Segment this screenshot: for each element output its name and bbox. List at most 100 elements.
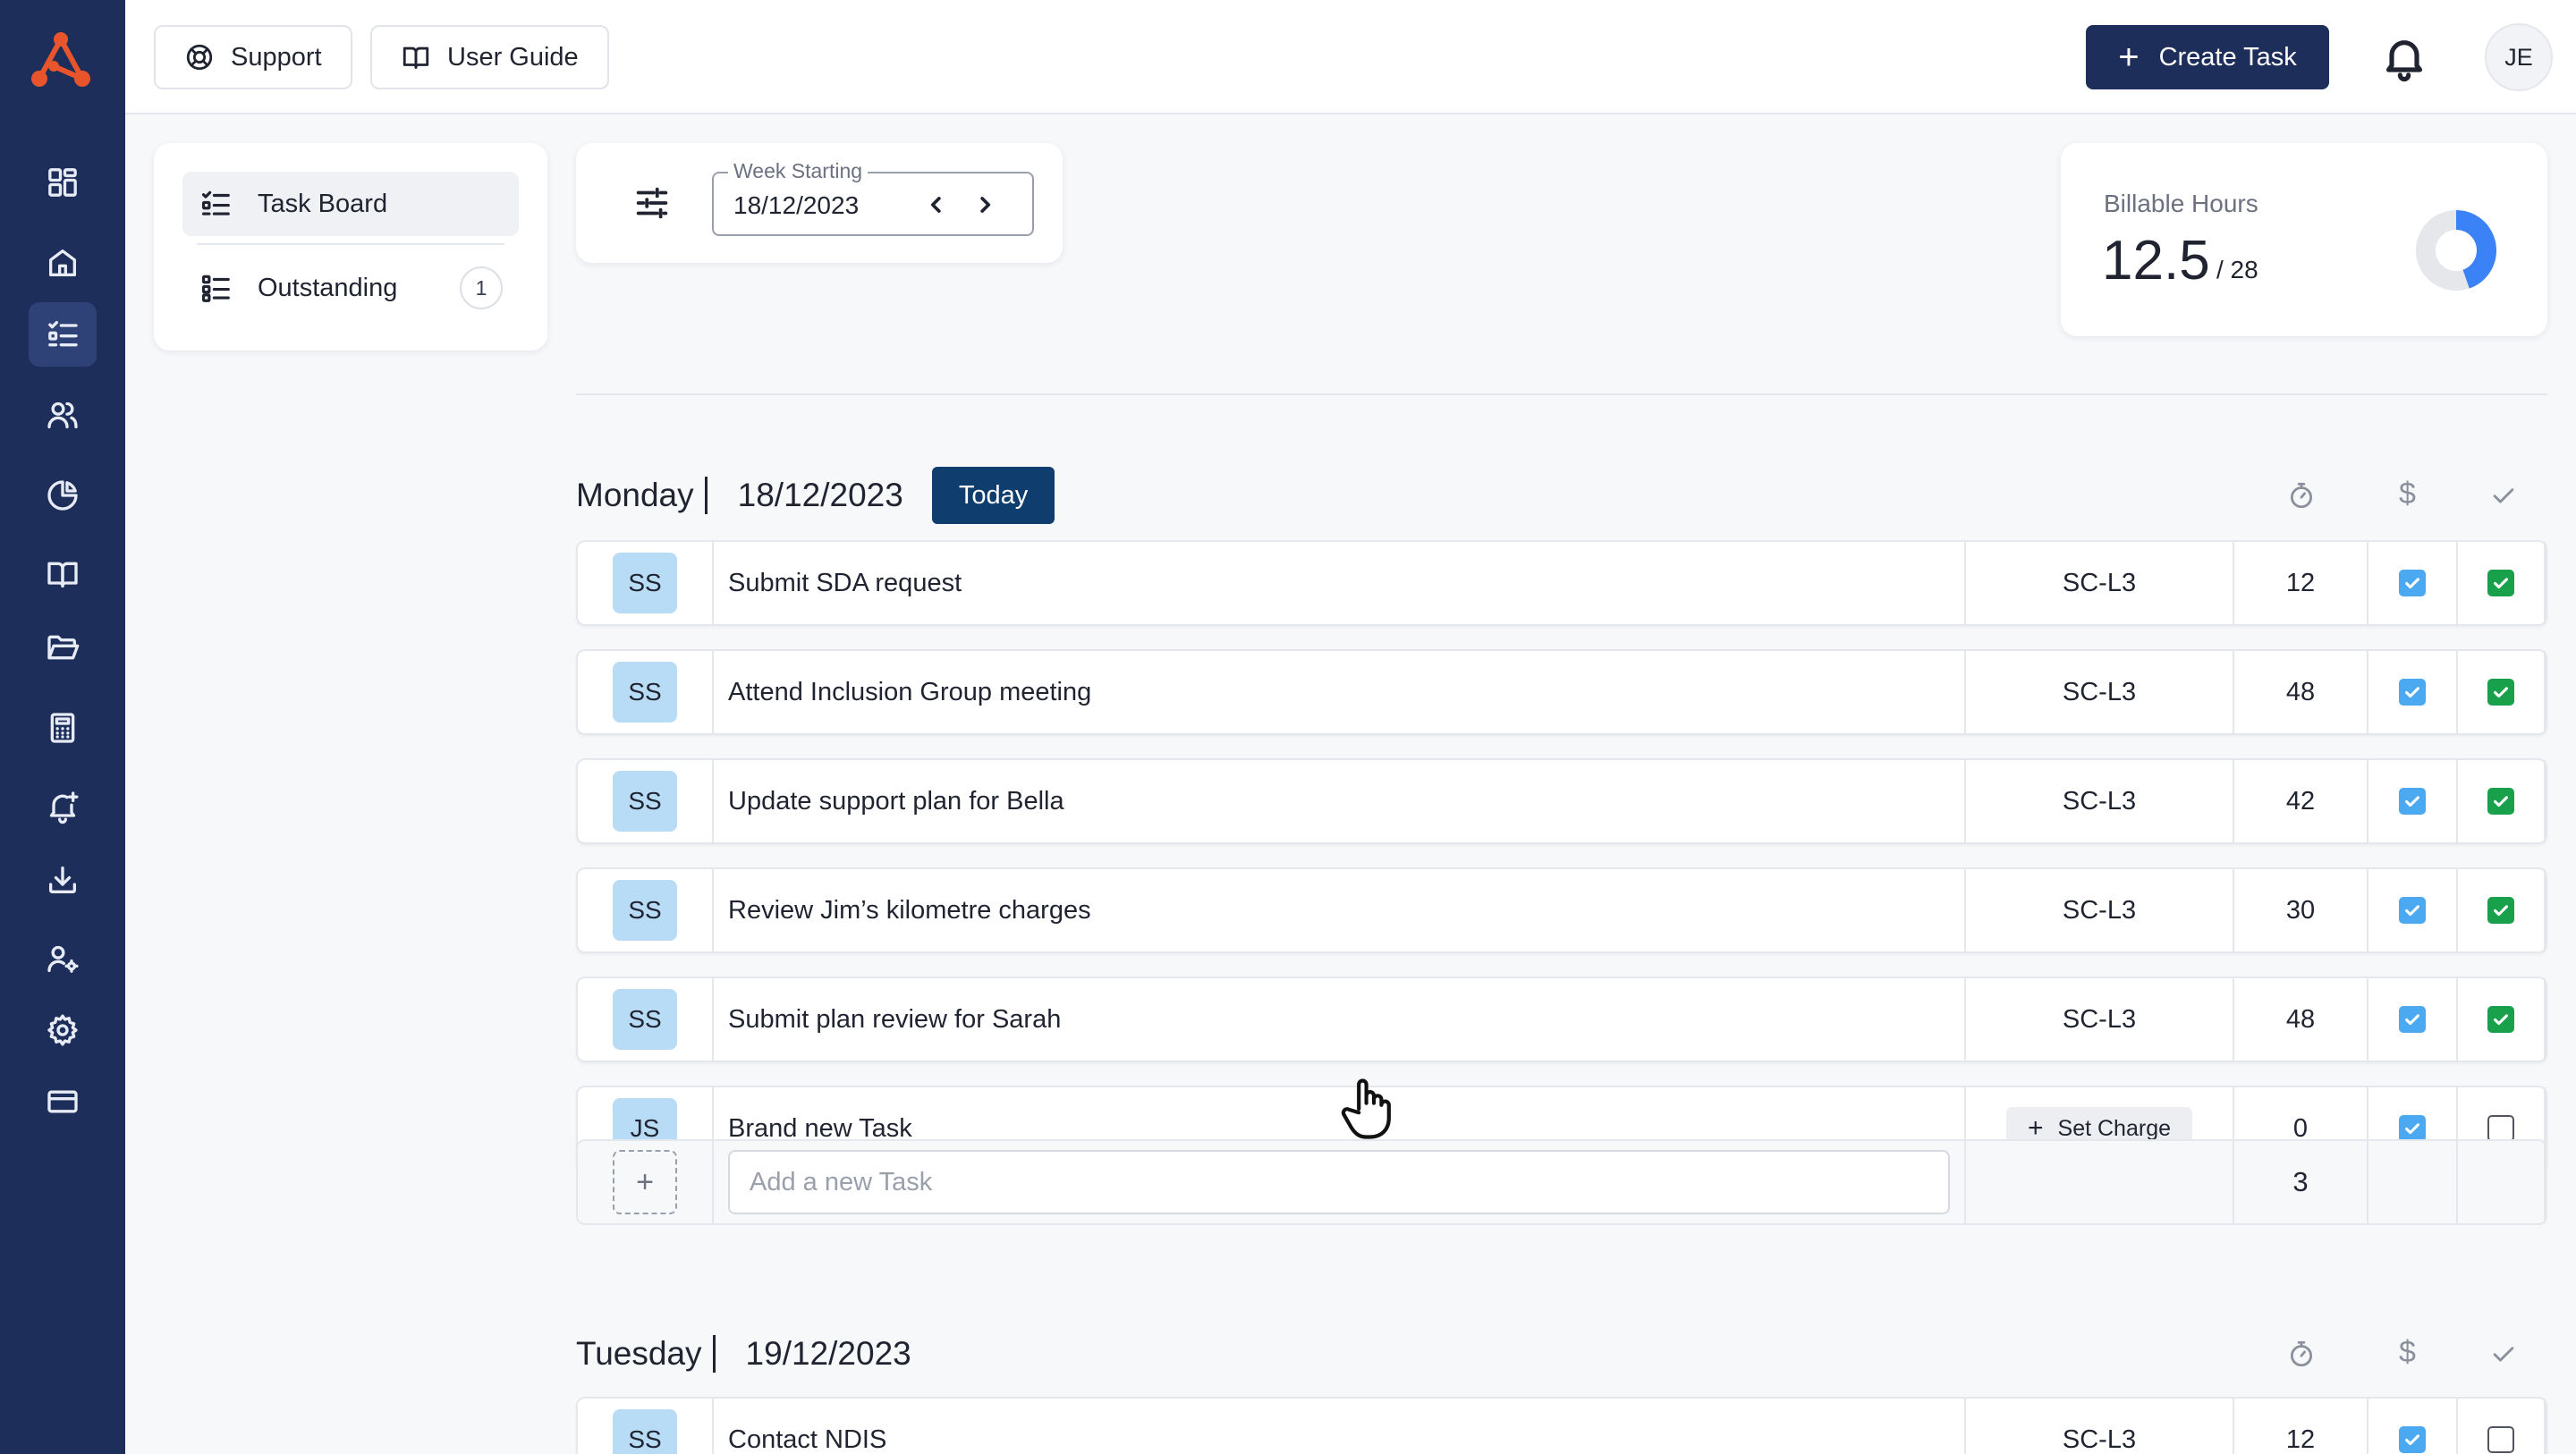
add-assignee-cell: + [578,1141,714,1223]
billable-cell [2368,542,2458,624]
task-minutes[interactable]: 42 [2234,760,2368,842]
home-icon [49,249,77,276]
task-title[interactable]: Submit SDA request [714,542,1966,624]
pie-chart-icon [47,480,78,511]
add-assignee-button[interactable]: + [613,1150,677,1214]
charge-code: SC-L3 [1966,869,2234,951]
done-cell [2458,1399,2546,1454]
add-code-cell [1966,1141,2234,1223]
billable-cell [2368,869,2458,951]
nav-notifications[interactable] [29,774,97,839]
nav-guide[interactable] [29,542,97,606]
assignee-avatar[interactable]: SS [613,1409,677,1454]
assignee-avatar[interactable]: SS [613,662,677,723]
nav-user-settings[interactable] [29,926,97,991]
billable-checkbox[interactable] [2399,788,2426,815]
task-board-item[interactable]: Task Board [182,172,519,236]
done-checkbox[interactable] [2487,679,2514,706]
bell-icon [2385,40,2423,81]
done-checkbox[interactable] [2487,570,2514,596]
nav-settings[interactable] [29,998,97,1062]
outstanding-count-badge: 1 [460,266,503,309]
nav-files[interactable] [29,615,97,680]
done-cell [2458,651,2546,733]
task-title[interactable]: Review Jim’s kilometre charges [714,869,1966,951]
done-cell [2458,760,2546,842]
billable-checkbox[interactable] [2399,679,2426,706]
task-minutes[interactable]: 48 [2234,651,2368,733]
support-label: Support [231,42,322,72]
outstanding-item[interactable]: Outstanding 1 [182,256,519,320]
next-week-button[interactable] [970,190,1000,220]
task-row[interactable]: SS Contact NDIS SC-L3 12 [576,1397,2547,1454]
filter-button[interactable] [631,182,673,224]
add-task-row: + 3 [576,1139,2547,1225]
user-avatar[interactable]: JE [2485,23,2553,91]
billable-checkbox[interactable] [2399,1115,2426,1142]
billable-cell [2368,978,2458,1061]
billable-checkbox[interactable] [2399,1426,2426,1453]
task-views-panel: Task Board Outstanding 1 [154,143,547,351]
task-minutes[interactable]: 30 [2234,869,2368,951]
task-row[interactable]: SS Update support plan for Bella SC-L3 4… [576,758,2547,844]
users-icon [47,402,78,428]
nav-calculator[interactable] [29,696,97,760]
app-logo[interactable] [27,29,95,91]
nav-reports[interactable] [29,463,97,528]
top-bar: Support User Guide + Create Task JE [125,0,2576,114]
assignee-cell: SS [578,760,714,842]
assignee-cell: SS [578,1399,714,1454]
notifications-button[interactable] [2379,32,2429,82]
previous-week-button[interactable] [921,190,952,220]
task-row[interactable]: SS Attend Inclusion Group meeting SC-L3 … [576,649,2547,735]
billable-hours-value: 12.5 [2102,230,2210,292]
calculator-icon [50,713,75,743]
nav-billing[interactable] [29,1069,97,1134]
done-checkbox[interactable] [2487,1115,2514,1142]
add-task-input[interactable] [728,1150,1950,1214]
nav-downloads[interactable] [29,848,97,912]
billable-checkbox[interactable] [2399,570,2426,596]
billable-hours-total: / 28 [2216,256,2258,283]
done-cell [2458,542,2546,624]
assignee-avatar[interactable]: SS [613,771,677,832]
done-checkbox[interactable] [2487,897,2514,924]
task-minutes[interactable]: 12 [2234,542,2368,624]
task-title[interactable]: Update support plan for Bella [714,760,1966,842]
task-row[interactable]: SS Submit plan review for Sarah SC-L3 48 [576,976,2547,1062]
week-starting-field[interactable]: Week Starting 18/12/2023 [712,159,1034,236]
plus-icon: + [2028,1113,2044,1143]
assignee-avatar[interactable]: SS [613,553,677,613]
nav-participants[interactable] [29,383,97,447]
dollar-icon: $ [2399,477,2416,511]
task-title[interactable]: Contact NDIS [714,1399,1966,1454]
done-checkbox[interactable] [2487,788,2514,815]
assignee-avatar[interactable]: SS [613,880,677,941]
billable-cell [2368,651,2458,733]
task-row[interactable]: SS Review Jim’s kilometre charges SC-L3 … [576,867,2547,953]
user-guide-label: User Guide [447,42,579,72]
billable-checkbox[interactable] [2399,1006,2426,1033]
task-row[interactable]: SS Submit SDA request SC-L3 12 [576,540,2547,626]
create-task-button[interactable]: + Create Task [2086,25,2329,89]
sidebar [0,0,125,1454]
set-charge-label: Set Charge [2057,1115,2171,1141]
billable-checkbox[interactable] [2399,897,2426,924]
done-checkbox[interactable] [2487,1426,2514,1453]
list-icon [201,275,230,302]
support-button[interactable]: Support [154,25,352,89]
assignee-avatar[interactable]: SS [613,989,677,1050]
nav-home[interactable] [29,231,97,295]
task-title[interactable]: Attend Inclusion Group meeting [714,651,1966,733]
nav-tasks[interactable] [29,302,97,367]
done-checkbox[interactable] [2487,1006,2514,1033]
task-minutes[interactable]: 12 [2234,1399,2368,1454]
task-title[interactable]: Submit plan review for Sarah [714,978,1966,1061]
download-icon [49,866,77,893]
user-guide-button[interactable]: User Guide [370,25,609,89]
outstanding-label: Outstanding [258,273,398,302]
billable-hours-donut [2416,210,2496,291]
task-minutes[interactable]: 48 [2234,978,2368,1061]
nav-dashboard[interactable] [29,150,97,215]
timer-column-icon [2286,1339,2317,1369]
